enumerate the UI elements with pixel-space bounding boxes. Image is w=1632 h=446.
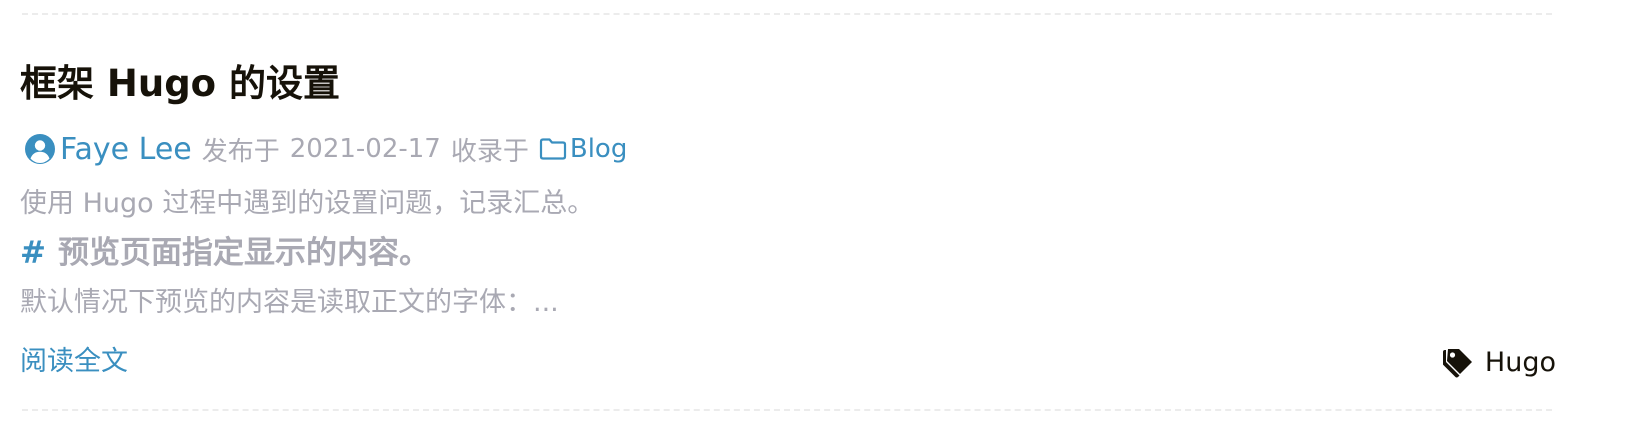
publish-date: 2021-02-17 xyxy=(289,134,441,164)
bottom-divider xyxy=(22,409,1552,411)
category-name: Blog xyxy=(569,134,628,164)
post-meta: Faye Lee 发布于 2021-02-17 收录于 Blog xyxy=(24,128,627,170)
post-title[interactable]: 框架 Hugo 的设置 xyxy=(20,58,340,110)
summary-heading-text: 预览页面指定显示的内容。 xyxy=(57,235,430,271)
category-link[interactable]: Blog xyxy=(539,134,627,164)
summary-intro: 使用 Hugo 过程中遇到的设置问题，记录汇总。 xyxy=(20,188,595,219)
summary-heading: # 预览页面指定显示的内容。 xyxy=(20,230,430,276)
tag-link-hugo[interactable]: Hugo xyxy=(1485,347,1556,378)
tags-icon xyxy=(1441,346,1477,378)
category-label: 收录于 xyxy=(450,136,529,167)
author-name: Faye Lee xyxy=(60,131,192,167)
summary-excerpt: 默认情况下预览的内容是读取正文的字体：... xyxy=(20,287,559,318)
folder-icon xyxy=(539,137,567,161)
read-more-link[interactable]: 阅读全文 xyxy=(20,342,128,382)
post-tags: Hugo xyxy=(1441,342,1556,382)
author-link[interactable]: Faye Lee xyxy=(24,132,192,167)
published-label: 发布于 xyxy=(201,136,280,167)
heading-anchor-mark: # xyxy=(20,235,46,271)
top-divider xyxy=(22,13,1552,15)
user-circle-icon xyxy=(24,133,56,165)
